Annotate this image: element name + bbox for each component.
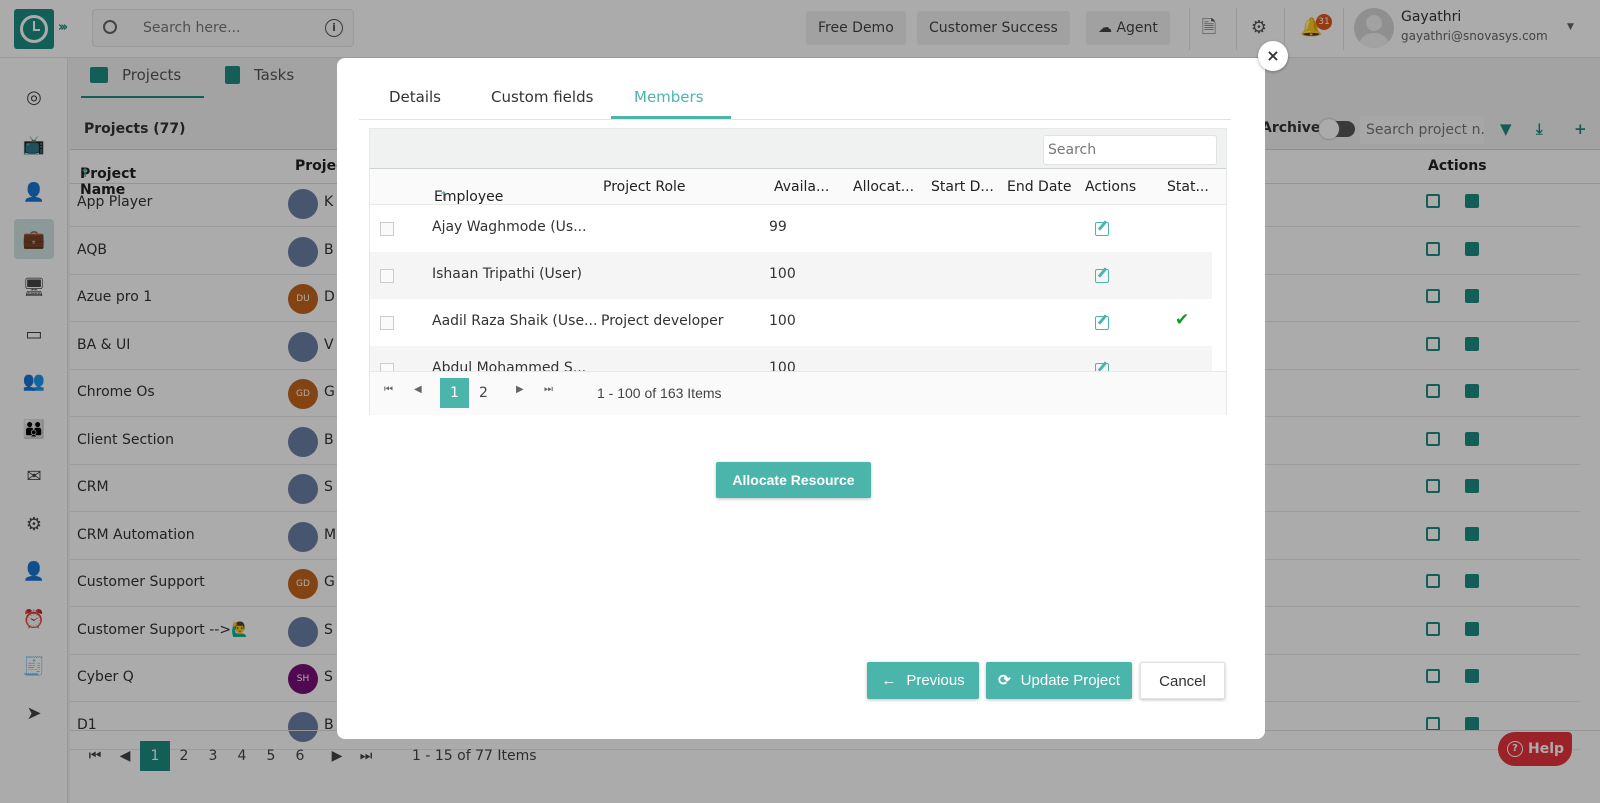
column-allocated[interactable]: Allocat... [853,179,914,195]
column-available[interactable]: Availa... [774,179,829,195]
employee-name: Ajay Waghmode (Us... [432,219,587,235]
edit-icon[interactable] [1095,316,1109,330]
members-search-input[interactable]: Search [1043,135,1217,165]
grid-body[interactable]: Ajay Waghmode (Us... 99 Ishaan Tripathi (U… [370,205,1212,371]
tab-details[interactable]: Details [389,88,441,106]
column-end-date[interactable]: End Date [1007,179,1072,195]
row-checkbox[interactable] [380,316,394,330]
update-project-button[interactable]: ⟳ Update Project [986,662,1132,699]
row-checkbox[interactable] [380,269,394,283]
members-grid: Search Employee ↑ Project Role Availa...… [369,128,1227,415]
column-status[interactable]: Stat... [1167,179,1209,195]
close-modal-button[interactable]: × [1258,41,1288,71]
edit-icon[interactable] [1095,269,1109,283]
previous-button[interactable]: ← Previous [867,662,979,699]
check-icon: ✔ [1175,310,1190,330]
employee-name: Aadil Raza Shaik (Use... [432,313,598,329]
grid-pager: ⏮ ◀ 1 2 ▶ ⏭ 1 - 100 of 163 Items [370,371,1226,415]
pager-prev-icon[interactable]: ◀ [414,384,422,395]
member-row[interactable]: Ishaan Tripathi (User) 100 [370,252,1212,299]
active-tab-indicator [611,116,731,119]
update-project-label: Update Project [1020,672,1120,689]
edit-icon[interactable] [1095,222,1109,236]
employee-name: Ishaan Tripathi (User) [432,266,582,282]
grid-column-headers: Employee ↑ Project Role Availa... Alloca… [370,169,1226,205]
cancel-button[interactable]: Cancel [1140,662,1225,699]
availability: 100 [769,360,796,371]
column-actions: Actions [1085,179,1137,195]
availability: 100 [769,266,796,282]
member-row[interactable]: Aadil Raza Shaik (Use... Project develope… [370,299,1212,346]
row-checkbox[interactable] [380,222,394,236]
modal-tabs: Details Custom fields Members [359,58,1231,120]
member-row[interactable]: Ajay Waghmode (Us... 99 [370,205,1212,252]
pager-last-icon[interactable]: ⏭ [544,384,553,395]
employee-name: Abdul Mohammed S... [432,360,587,371]
pager-page[interactable]: 1 [440,378,469,408]
edit-icon[interactable] [1095,363,1109,371]
column-start-date[interactable]: Start D... [931,179,994,195]
pager-next-icon[interactable]: ▶ [516,384,524,395]
pager-page[interactable]: 2 [469,378,498,408]
allocate-resource-button[interactable]: Allocate Resource [716,462,871,498]
sort-asc-icon: ↑ [438,189,449,203]
column-project-role[interactable]: Project Role [603,179,686,195]
pager-info: 1 - 100 of 163 Items [597,385,722,401]
project-role: Project developer [601,313,724,329]
availability: 100 [769,313,796,329]
member-row[interactable]: Abdul Mohammed S... 100 [370,346,1212,371]
availability: 99 [769,219,787,235]
previous-label: Previous [906,672,965,689]
column-employee[interactable]: Employee ↑ [434,179,503,205]
row-checkbox[interactable] [380,363,394,371]
edit-project-modal: Details Custom fields Members Search Emp… [337,58,1265,739]
tab-custom-fields[interactable]: Custom fields [491,88,593,106]
tab-members[interactable]: Members [634,88,704,106]
pager-first-icon[interactable]: ⏮ [384,384,393,395]
grid-toolbar: Search [370,129,1226,169]
refresh-icon: ⟳ [998,672,1011,689]
arrow-left-icon: ← [881,672,897,689]
